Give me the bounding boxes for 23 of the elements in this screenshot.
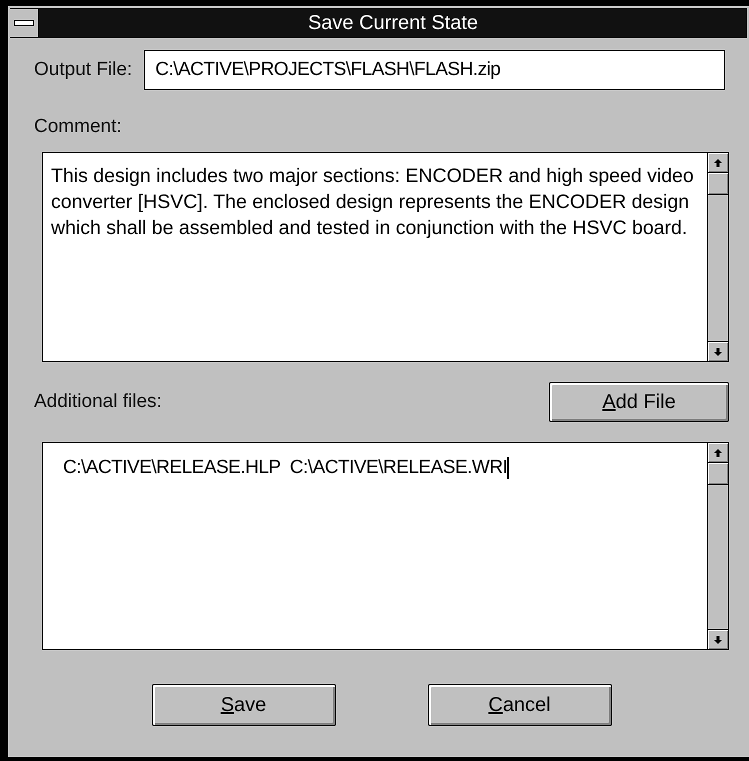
- scrollbar[interactable]: [707, 153, 728, 361]
- dialog-button[interactable]: Cancel: [428, 684, 612, 726]
- comment-field[interactable]: This design includes two major sections: ENCODER and high speed video converter [HSVC]. The enclosed design represents the ENCODER design which shall be assembled and tested in conjunction with the HSVC board.: [42, 152, 729, 362]
- scroll-up-button[interactable]: [708, 443, 728, 463]
- scroll-down-button[interactable]: [708, 341, 728, 361]
- output-file-field[interactable]: C:\ACTIVE\PROJECTS\FLASH\FLASH.zip: [144, 50, 725, 90]
- add-file-button[interactable]: Add File: [549, 382, 729, 422]
- scroll-up-button[interactable]: [708, 153, 728, 173]
- scrollbar[interactable]: [707, 443, 728, 649]
- down-arrow-icon: [713, 634, 723, 644]
- additional-files-field[interactable]: C:\ACTIVE\RELEASE.HLP C:\ACTIVE\RELEASE.WRI: [42, 442, 729, 650]
- down-arrow-icon: [713, 346, 723, 356]
- up-arrow-icon: [713, 158, 723, 168]
- window-title: Save Current State: [306, 12, 480, 34]
- additional-files-label: Additional files:: [34, 391, 162, 413]
- up-arrow-icon: [713, 448, 723, 458]
- comment-label: Comment:: [34, 116, 123, 138]
- dialog-button[interactable]: Save: [152, 684, 336, 726]
- output-file-label: Output File:: [34, 59, 132, 81]
- scroll-thumb[interactable]: [708, 173, 728, 195]
- scroll-thumb[interactable]: [708, 463, 728, 485]
- system-menu-button[interactable]: [10, 9, 39, 37]
- scroll-down-button[interactable]: [708, 629, 728, 649]
